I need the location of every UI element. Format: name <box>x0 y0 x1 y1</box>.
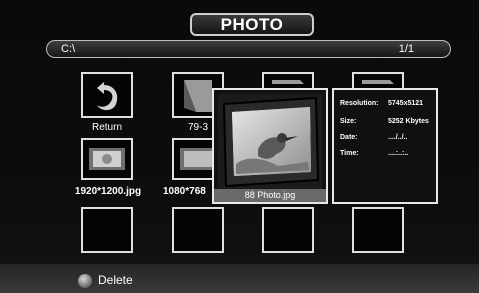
delete-button[interactable]: Delete <box>98 273 133 287</box>
photo-info-panel: Resolution: 5745x5121 Size: 5252 Kbytes … <box>332 88 438 204</box>
current-path: C:\ <box>61 43 76 55</box>
tv-bird-image-icon <box>218 94 322 190</box>
empty-tile <box>262 207 314 253</box>
info-row-date: Date: ..../../.. <box>340 134 436 144</box>
photo-preview: 88 Photo.jpg <box>212 88 328 204</box>
preview-filename: 88 Photo.jpg <box>214 189 326 202</box>
photo-filename: 1920*1200.jpg <box>74 186 142 197</box>
info-value: 5745x5121 <box>388 100 424 107</box>
photo-filename: 1080*768 <box>163 186 206 197</box>
page-title: PHOTO <box>190 13 314 36</box>
info-value: ....:..:.. <box>388 150 409 157</box>
path-bar: C:\ 1/1 <box>46 40 451 58</box>
return-arrow-icon <box>97 82 118 111</box>
photo-browser-screen: PHOTO C:\ 1/1 Return 79-3 1920*1200.jpg … <box>0 0 479 293</box>
bottom-bar <box>0 264 479 293</box>
info-row-size: Size: 5252 Kbytes <box>340 118 436 128</box>
info-key: Size: <box>340 118 357 125</box>
photo-tile[interactable] <box>81 138 133 180</box>
return-label: Return <box>91 122 122 133</box>
remote-button-icon <box>78 274 92 288</box>
photo-thumbnail-icon <box>89 148 125 170</box>
info-row-resolution: Resolution: 5745x5121 <box>340 100 436 110</box>
info-key: Time: <box>340 150 359 157</box>
return-tile[interactable] <box>81 72 133 118</box>
empty-tile <box>352 207 404 253</box>
empty-tile <box>172 207 224 253</box>
info-key: Resolution: <box>340 100 379 107</box>
info-key: Date: <box>340 134 358 141</box>
info-value: ..../../.. <box>388 134 408 141</box>
info-row-time: Time: ....:..:.. <box>340 150 436 160</box>
preview-image <box>218 94 322 190</box>
info-value: 5252 Kbytes <box>388 118 429 125</box>
empty-tile <box>81 207 133 253</box>
page-indicator: 1/1 <box>398 43 414 55</box>
